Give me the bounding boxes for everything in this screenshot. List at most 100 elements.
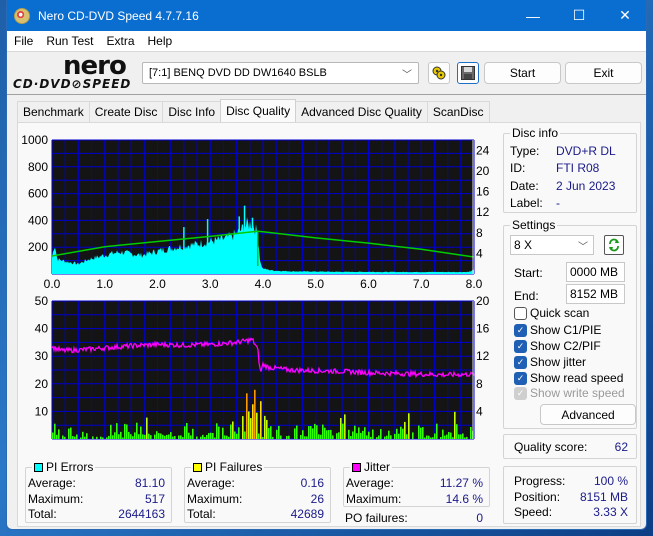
show-jitter-label: Show jitter <box>530 355 587 369</box>
pi-failures-bar <box>190 435 192 439</box>
pi-failures-bar <box>58 429 60 439</box>
end-input[interactable]: 8152 MB <box>566 284 625 304</box>
pi-failures-bar <box>364 427 366 439</box>
pi-failures-bar <box>208 433 210 439</box>
disc-label-value: - <box>556 196 560 210</box>
pi-failures-total-label: Total: <box>187 507 216 521</box>
pi-failures-bar <box>340 418 342 439</box>
eject-disc-button[interactable] <box>428 62 450 84</box>
save-button[interactable] <box>457 62 479 84</box>
pi-failures-bar <box>102 437 104 439</box>
y-tick-label: 200 <box>28 240 48 254</box>
speed-select[interactable]: 8 X ﹀ <box>510 235 594 255</box>
pi-failures-bar <box>116 423 118 439</box>
pi-failures-bar <box>262 437 264 439</box>
pi-failures-bar <box>316 425 318 439</box>
pi-failures-bar <box>396 428 398 439</box>
pi-failures-bar <box>388 430 390 439</box>
show-read-speed-checkbox[interactable]: ✓ Show read speed <box>514 371 623 385</box>
pi-failures-bar <box>222 427 224 439</box>
start-button[interactable]: Start <box>484 62 561 84</box>
pi-errors-total-value: 2644163 <box>118 507 165 521</box>
pi-failures-bar <box>218 426 220 439</box>
pi-errors-group: PI Errors Average: 81.10 Maximum: 517 To… <box>25 460 172 523</box>
jitter-legend-swatch <box>352 463 361 472</box>
pi-errors-title: PI Errors <box>32 460 96 474</box>
pi-failures-bar <box>314 423 316 439</box>
show-c1-pie-checkbox[interactable]: ✓ Show C1/PIE <box>514 323 601 337</box>
menu-extra[interactable]: Extra <box>99 34 140 48</box>
pi-failures-bar <box>146 417 148 439</box>
pi-failures-bar <box>230 424 232 439</box>
pi-failures-bar <box>324 427 326 439</box>
quick-scan-checkbox[interactable]: Quick scan <box>514 306 589 320</box>
tab-create-disc[interactable]: Create Disc <box>88 101 164 122</box>
pi-failures-bar <box>188 432 190 439</box>
pi-failures-bar <box>228 436 230 439</box>
pi-failures-bar <box>226 435 228 439</box>
pi-failures-bar <box>244 431 246 439</box>
pi-errors-legend-swatch <box>34 463 43 472</box>
disc-id-value: FTI R08 <box>556 161 600 175</box>
pi-failures-bar <box>426 435 428 439</box>
minimize-button[interactable]: — <box>510 0 556 31</box>
pi-failures-bar <box>296 425 298 439</box>
save-icon <box>461 66 475 80</box>
menu-file[interactable]: File <box>7 34 39 48</box>
pi-failures-bar <box>432 437 434 439</box>
pi-failures-bar <box>330 429 332 439</box>
pi-failures-maximum-value: 26 <box>310 492 324 506</box>
pi-failures-bar <box>470 427 472 439</box>
exit-button[interactable]: Exit <box>565 62 642 84</box>
pi-failures-bar <box>178 435 180 439</box>
pi-failures-bar <box>378 435 380 439</box>
pi-failures-bar <box>440 437 442 439</box>
pi-failures-bar <box>86 433 88 439</box>
pi-failures-bar <box>172 436 174 439</box>
tab-disc-info[interactable]: Disc Info <box>162 101 222 122</box>
pi-failures-bar <box>140 426 142 439</box>
speed-label: Speed: <box>514 505 553 519</box>
x-tick-label: 1.0 <box>96 277 113 291</box>
pi-failures-bar <box>422 427 424 439</box>
close-button[interactable]: ✕ <box>602 0 646 31</box>
checkmark-icon: ✓ <box>514 371 527 385</box>
pi-failures-bar <box>212 433 214 439</box>
progress-label: Progress: <box>514 474 566 488</box>
disc-info-group: Disc info Type: DVD+R DL ID: FTI R08 Dat… <box>503 126 637 213</box>
tab-advanced-disc-quality[interactable]: Advanced Disc Quality <box>295 101 428 122</box>
start-input[interactable]: 0000 MB <box>566 262 625 282</box>
refresh-icon <box>609 238 619 252</box>
pi-failures-bar <box>258 433 260 439</box>
maximize-button[interactable]: ☐ <box>556 0 602 31</box>
tab-benchmark[interactable]: Benchmark <box>17 101 90 122</box>
pi-failures-bar <box>266 419 268 439</box>
refresh-speed-button[interactable] <box>604 235 624 255</box>
pi-failures-bar <box>456 424 458 439</box>
position-value: 8151 MB <box>579 490 628 504</box>
pi-failures-bar <box>192 428 194 439</box>
y2-tick-label: 20 <box>476 164 490 178</box>
show-c2-pif-checkbox[interactable]: ✓ Show C2/PIF <box>514 339 601 353</box>
quality-score-label: Quality score: <box>514 440 588 454</box>
advanced-button[interactable]: Advanced <box>540 404 636 425</box>
tab-disc-quality[interactable]: Disc Quality <box>220 99 297 122</box>
show-jitter-checkbox[interactable]: ✓ Show jitter <box>514 355 586 369</box>
menu-run-test[interactable]: Run Test <box>39 34 99 48</box>
x-tick-label: 5.0 <box>307 277 324 291</box>
drive-select[interactable]: [7:1] BENQ DVD DD DW1640 BSLB ﹀ <box>142 62 419 84</box>
pi-failures-bar <box>236 433 238 439</box>
tab-scandisc[interactable]: ScanDisc <box>426 101 490 122</box>
pi-failures-bar <box>256 412 258 439</box>
pi-failures-bar <box>332 435 334 439</box>
pi-failures-bar <box>404 421 406 439</box>
pi-failures-bar <box>420 427 422 439</box>
pi-failures-bar <box>458 434 460 439</box>
menu-help[interactable]: Help <box>141 34 179 48</box>
type-label: Type: <box>510 144 540 158</box>
x-tick-label: 6.0 <box>360 442 377 443</box>
po-failures-value: 0 <box>476 511 483 525</box>
y2-tick-label: 20 <box>476 294 490 308</box>
checkmark-icon: ✓ <box>514 323 527 337</box>
pi-failures-bar <box>242 416 244 439</box>
